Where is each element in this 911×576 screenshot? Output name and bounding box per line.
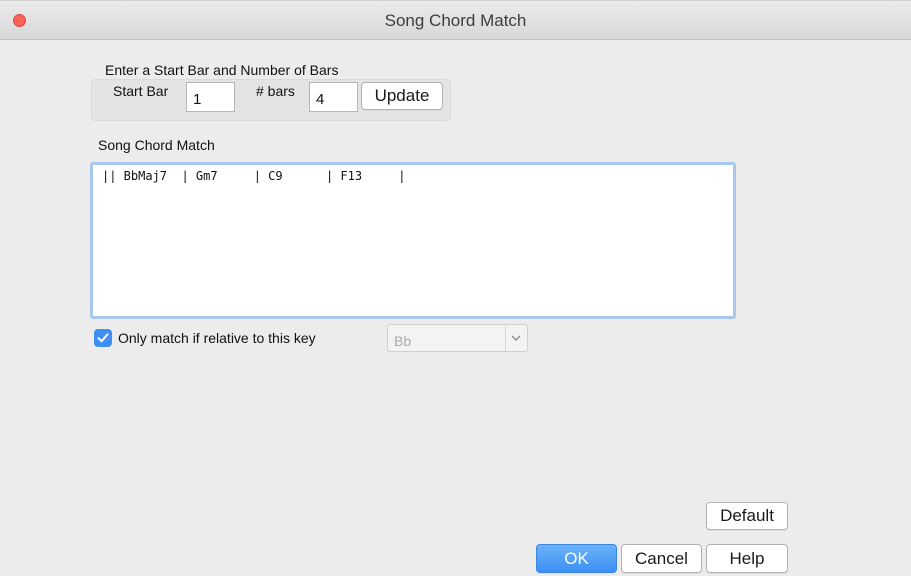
song-chord-match-label: Song Chord Match — [98, 137, 215, 153]
key-select[interactable]: Bb — [387, 324, 528, 352]
ok-button[interactable]: OK — [536, 544, 617, 573]
cancel-button[interactable]: Cancel — [621, 544, 702, 573]
range-instruction: Enter a Start Bar and Number of Bars — [105, 62, 339, 78]
checkmark-icon — [97, 333, 109, 343]
help-button[interactable]: Help — [706, 544, 788, 573]
chevron-down-icon — [511, 335, 521, 341]
select-divider — [505, 325, 506, 351]
start-bar-label: Start Bar — [113, 83, 169, 99]
relative-key-checkbox[interactable] — [94, 329, 112, 347]
chord-text: || BbMaj7 | Gm7 | C9 | F13 | — [102, 169, 406, 183]
key-select-value: Bb — [394, 333, 412, 349]
start-bar-input[interactable]: 1 — [186, 82, 235, 112]
default-button[interactable]: Default — [706, 502, 788, 530]
song-chord-match-dialog: Song Chord Match Enter a Start Bar and N… — [0, 0, 911, 576]
update-button[interactable]: Update — [361, 82, 443, 110]
relative-key-label: Only match if relative to this key — [118, 330, 316, 346]
title-bar: Song Chord Match — [0, 1, 911, 40]
chord-match-textarea[interactable]: || BbMaj7 | Gm7 | C9 | F13 | — [90, 162, 736, 319]
bars-label: # bars — [256, 83, 295, 99]
bars-input[interactable]: 4 — [309, 82, 358, 112]
window-title: Song Chord Match — [384, 11, 527, 30]
